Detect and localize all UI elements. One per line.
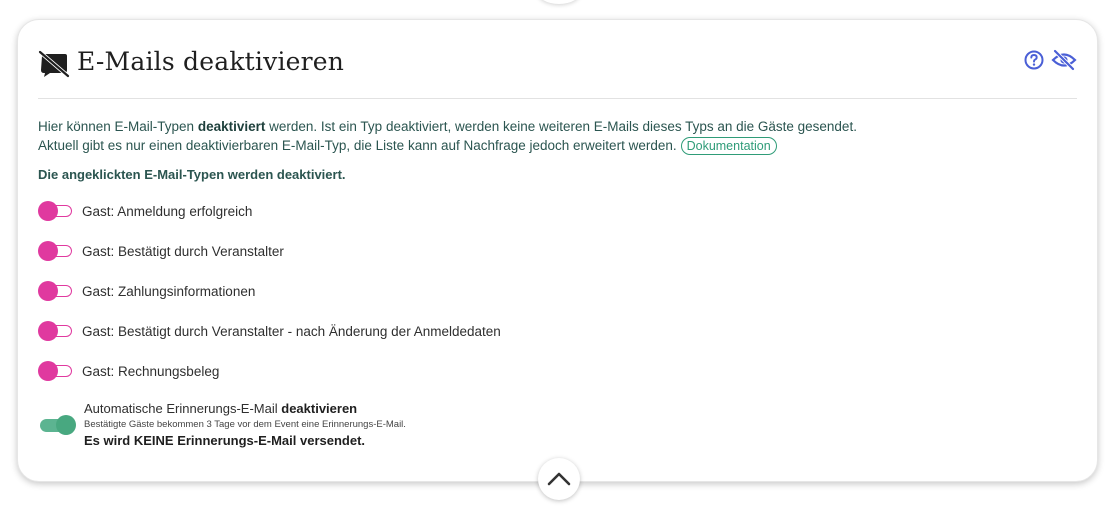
reminder-toggle-switch[interactable] (40, 415, 76, 435)
intro-bold: deaktiviert (197, 119, 266, 134)
toggle-switch[interactable] (38, 201, 74, 221)
switch-thumb (38, 281, 58, 301)
toggle-switch[interactable] (38, 361, 74, 381)
reminder-description: Bestätigte Gäste bekommen 3 Tage vor dem… (84, 419, 406, 430)
intro-line-2: Aktuell gibt es nur einen deaktivierbare… (38, 136, 1038, 155)
disable-emails-card: E-Mails deaktivieren Hier können E-Mail-… (17, 19, 1098, 482)
toggle-row-bestaetigt-aenderung[interactable]: Gast: Bestätigt durch Veranstalter - nac… (38, 320, 501, 342)
card-title: E-Mails deaktivieren (77, 47, 345, 76)
toggle-switch[interactable] (38, 281, 74, 301)
collapse-card-button[interactable] (538, 458, 580, 500)
intro-text: Hier können E-Mail-Typen deaktiviert wer… (38, 117, 1038, 155)
toggle-label: Gast: Bestätigt durch Veranstalter - nac… (82, 323, 501, 339)
eye-off-icon (1051, 49, 1077, 71)
email-off-icon (38, 50, 70, 78)
toggle-row-zahlungsinformationen[interactable]: Gast: Zahlungsinformationen (38, 280, 255, 302)
intro-line-1: Hier können E-Mail-Typen deaktiviert wer… (38, 117, 1038, 136)
intro-text-part: Hier können E-Mail-Typen (38, 119, 198, 134)
intro-text-part: Aktuell gibt es nur einen deaktivierbare… (38, 138, 677, 153)
hide-card-button[interactable] (1051, 49, 1077, 71)
section-note: Die angeklickten E-Mail-Typen werden dea… (38, 167, 346, 182)
toggle-row-rechnungsbeleg[interactable]: Gast: Rechnungsbeleg (38, 360, 219, 382)
reminder-text: Automatische Erinnerungs-E-Mail deaktivi… (84, 400, 406, 450)
toggle-row-anmeldung-erfolgreich[interactable]: Gast: Anmeldung erfolgreich (38, 200, 252, 222)
toggle-label: Gast: Rechnungsbeleg (82, 363, 220, 379)
chevron-up-icon (547, 472, 571, 486)
toggle-label: Gast: Anmeldung erfolgreich (82, 203, 253, 219)
switch-thumb (38, 241, 58, 261)
toggle-switch[interactable] (38, 241, 74, 261)
top-collapse-handle (537, 0, 581, 4)
documentation-link[interactable]: Dokumentation (680, 137, 777, 155)
toggle-row-bestaetigt-veranstalter[interactable]: Gast: Bestätigt durch Veranstalter (38, 240, 284, 262)
card-header: E-Mails deaktivieren (38, 20, 1077, 99)
reminder-label-bold: deaktivieren (281, 401, 358, 416)
switch-thumb (38, 361, 58, 381)
toggle-label: Gast: Bestätigt durch Veranstalter (82, 243, 284, 259)
intro-text-part: werden. Ist ein Typ deaktiviert, werden … (265, 119, 857, 134)
switch-thumb (38, 321, 58, 341)
reminder-setting: Automatische Erinnerungs-E-Mail deaktivi… (40, 400, 640, 452)
reminder-warning: Es wird KEINE Erinnerungs-E-Mail versend… (84, 433, 366, 448)
switch-thumb (38, 201, 58, 221)
help-circle-icon (1024, 50, 1044, 70)
reminder-label-text: Automatische Erinnerungs-E-Mail (84, 401, 282, 416)
toggle-label: Gast: Zahlungsinformationen (82, 283, 256, 299)
reminder-label: Automatische Erinnerungs-E-Mail deaktivi… (84, 400, 406, 418)
help-button[interactable] (1023, 49, 1045, 71)
switch-thumb (56, 415, 76, 435)
toggle-switch[interactable] (38, 321, 74, 341)
